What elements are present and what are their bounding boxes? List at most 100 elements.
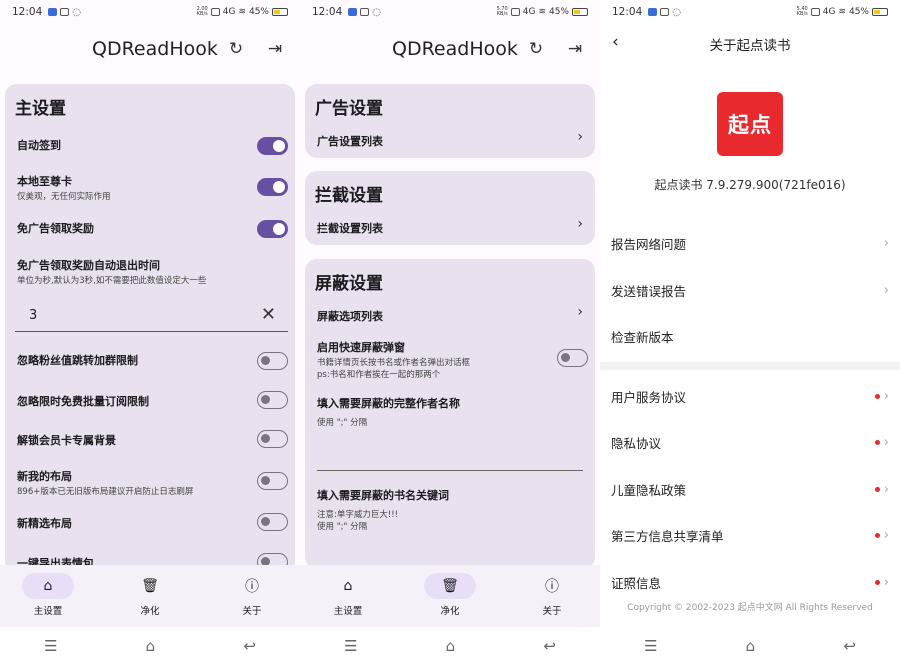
status-time: 12:04 <box>312 6 343 18</box>
exit-icon[interactable]: ⇥ <box>264 38 286 60</box>
setting-unlock-bg[interactable]: 解锁会员卡专属背景 <box>17 430 288 448</box>
block-author-field[interactable]: 填入需要屏蔽的完整作者名称 使用 ";" 分隔 <box>317 395 588 429</box>
menu-report-network[interactable]: 报告网络问题 › <box>611 231 889 255</box>
network-type: 4G <box>822 7 836 17</box>
setting-label: 广告设置列表 <box>317 135 383 148</box>
message-icon <box>48 8 58 16</box>
section-header: 主设置 <box>15 99 66 119</box>
setting-label: 忽略限时免费批量订阅限制 <box>17 395 149 408</box>
refresh-icon[interactable]: ↻ <box>525 38 547 60</box>
back-icon[interactable]: ↩ <box>243 637 256 655</box>
home-nav-icon[interactable]: ⌂ <box>446 637 456 655</box>
network-type: 4G <box>222 7 236 17</box>
nav-purify[interactable]: 🗑 净化 <box>110 573 190 617</box>
toggle-switch[interactable] <box>557 349 588 367</box>
net-speed: 5.70 KB/s <box>496 6 508 17</box>
bottom-nav: ⌂ 主设置 🗑 净化 ⓘ 关于 <box>300 565 600 627</box>
menu-privacy[interactable]: 隐私协议 › <box>611 430 889 454</box>
setting-auto-checkin[interactable]: 自动签到 <box>17 137 288 155</box>
trash-icon: 🗑 <box>424 573 476 599</box>
toggle-switch[interactable] <box>257 137 288 155</box>
ad-settings-list[interactable]: 广告设置列表 › <box>317 129 583 149</box>
hd-icon <box>810 8 820 16</box>
back-icon[interactable]: ↩ <box>843 637 856 655</box>
toggle-switch[interactable] <box>257 220 288 238</box>
nav-about[interactable]: ⓘ 关于 <box>512 573 592 617</box>
setting-label: 本地至尊卡 <box>17 175 72 188</box>
section-header: 广告设置 <box>315 99 383 119</box>
app-bar: QDReadHook ↻ ⇥ <box>300 30 600 74</box>
setting-new-mine-layout[interactable]: 新我的布局 896+版本已无旧版布局建议开启防止日志刷屏 <box>17 468 288 498</box>
battery-icon <box>572 8 588 16</box>
toggle-switch[interactable] <box>257 513 288 531</box>
menu-label: 隐私协议 <box>611 435 662 451</box>
nav-main[interactable]: ⌂ 主设置 <box>8 573 88 617</box>
battery-text: 45% <box>848 7 869 17</box>
message-icon <box>348 8 358 16</box>
refresh-icon[interactable]: ↻ <box>225 38 247 60</box>
menu-icon[interactable]: ☰ <box>44 637 57 655</box>
field-hint: 使用 ";" 分隔 <box>317 418 368 428</box>
system-nav: ☰ ⌂ ↩ <box>600 627 900 665</box>
setting-label: 解锁会员卡专属背景 <box>17 434 116 447</box>
status-bar: 12:04 ◌ 5.70 KB/s 4G ≋ 45% <box>300 0 600 24</box>
system-nav: ☰ ⌂ ↩ <box>0 627 300 665</box>
chevron-right-icon: › <box>883 481 889 497</box>
toggle-switch[interactable] <box>257 472 288 490</box>
field-label: 填入需要屏蔽的书名关键词 <box>317 489 449 502</box>
menu-check-update[interactable]: 检查新版本 <box>611 324 889 348</box>
exit-icon[interactable]: ⇥ <box>564 38 586 60</box>
home-nav-icon[interactable]: ⌂ <box>746 637 756 655</box>
setting-label: 屏蔽选项列表 <box>317 310 383 323</box>
chevron-right-icon: › <box>577 129 583 145</box>
block-options-list[interactable]: 屏蔽选项列表 › <box>317 304 583 324</box>
setting-ignore-fan[interactable]: 忽略粉丝值跳转加群限制 <box>17 352 288 370</box>
nav-purify[interactable]: 🗑 净化 <box>410 573 490 617</box>
author-input-underline <box>317 470 583 471</box>
nav-about[interactable]: ⓘ 关于 <box>212 573 292 617</box>
menu-icon[interactable]: ☰ <box>344 637 357 655</box>
setting-ignore-free[interactable]: 忽略限时免费批量订阅限制 <box>17 391 288 409</box>
chevron-right-icon: › <box>883 235 889 251</box>
toggle-switch[interactable] <box>257 352 288 370</box>
setting-desc: 书籍详情页长按书名或作者名弹出对话框 <box>317 358 471 368</box>
menu-label: 检查新版本 <box>611 329 674 345</box>
menu-send-error[interactable]: 发送错误报告 › <box>611 278 889 302</box>
timeout-value[interactable]: 3 <box>29 308 37 323</box>
about-header: ‹ 关于起点读书 <box>600 30 900 56</box>
home-nav-icon[interactable]: ⌂ <box>146 637 156 655</box>
timeout-input[interactable]: 3 ✕ <box>15 300 288 332</box>
trash-icon: 🗑 <box>141 578 159 594</box>
chevron-right-icon: › <box>577 304 583 320</box>
setting-label: 忽略粉丝值跳转加群限制 <box>17 354 138 367</box>
nav-label: 净化 <box>440 606 460 617</box>
block-keyword-field[interactable]: 填入需要屏蔽的书名关键词 注意:单字威力巨大!!! 使用 ";" 分隔 <box>317 487 588 533</box>
toggle-switch[interactable] <box>257 391 288 409</box>
nav-main[interactable]: ⌂ 主设置 <box>308 573 388 617</box>
field-hint: 注意:单字威力巨大!!! <box>317 510 399 520</box>
setting-label: 新精选布局 <box>17 517 72 530</box>
network-type: 4G <box>522 7 536 17</box>
status-bar: 12:04 ◌ 2.00 KB/s 4G ≋ 45% <box>0 0 300 24</box>
menu-icon[interactable]: ☰ <box>644 637 657 655</box>
intercept-settings-list[interactable]: 拦截设置列表 › <box>317 216 583 236</box>
menu-license[interactable]: 证照信息 › <box>611 570 889 594</box>
toggle-switch[interactable] <box>257 430 288 448</box>
purify-screen: 12:04 ◌ 5.70 KB/s 4G ≋ 45% QDReadHook ↻ ⇥ 广… <box>300 0 600 665</box>
toggle-switch[interactable] <box>257 178 288 196</box>
home-icon: ⌂ <box>343 578 353 594</box>
clear-icon[interactable]: ✕ <box>261 304 276 325</box>
menu-child-privacy[interactable]: 儿童隐私政策 › <box>611 477 889 501</box>
menu-user-agreement[interactable]: 用户服务协议 › <box>611 384 889 408</box>
menu-label: 报告网络问题 <box>611 236 687 252</box>
setting-ad-free-reward[interactable]: 免广告领取奖励 <box>17 220 288 238</box>
quick-block-popup[interactable]: 启用快速屏蔽弹窗 书籍详情页长按书名或作者名弹出对话框 ps:书名和作者挨在一起的那… <box>317 339 588 381</box>
setting-new-featured[interactable]: 新精选布局 <box>17 513 288 531</box>
setting-local-card[interactable]: 本地至尊卡 仅美观，无任何实际作用 <box>17 173 288 203</box>
section-header: 拦截设置 <box>315 186 383 206</box>
menu-third-party[interactable]: 第三方信息共享清单 › <box>611 523 889 547</box>
battery-text: 45% <box>248 7 269 17</box>
back-icon[interactable]: ↩ <box>543 637 556 655</box>
wifi-icon: ≋ <box>838 7 846 17</box>
chevron-right-icon: › <box>883 527 889 543</box>
